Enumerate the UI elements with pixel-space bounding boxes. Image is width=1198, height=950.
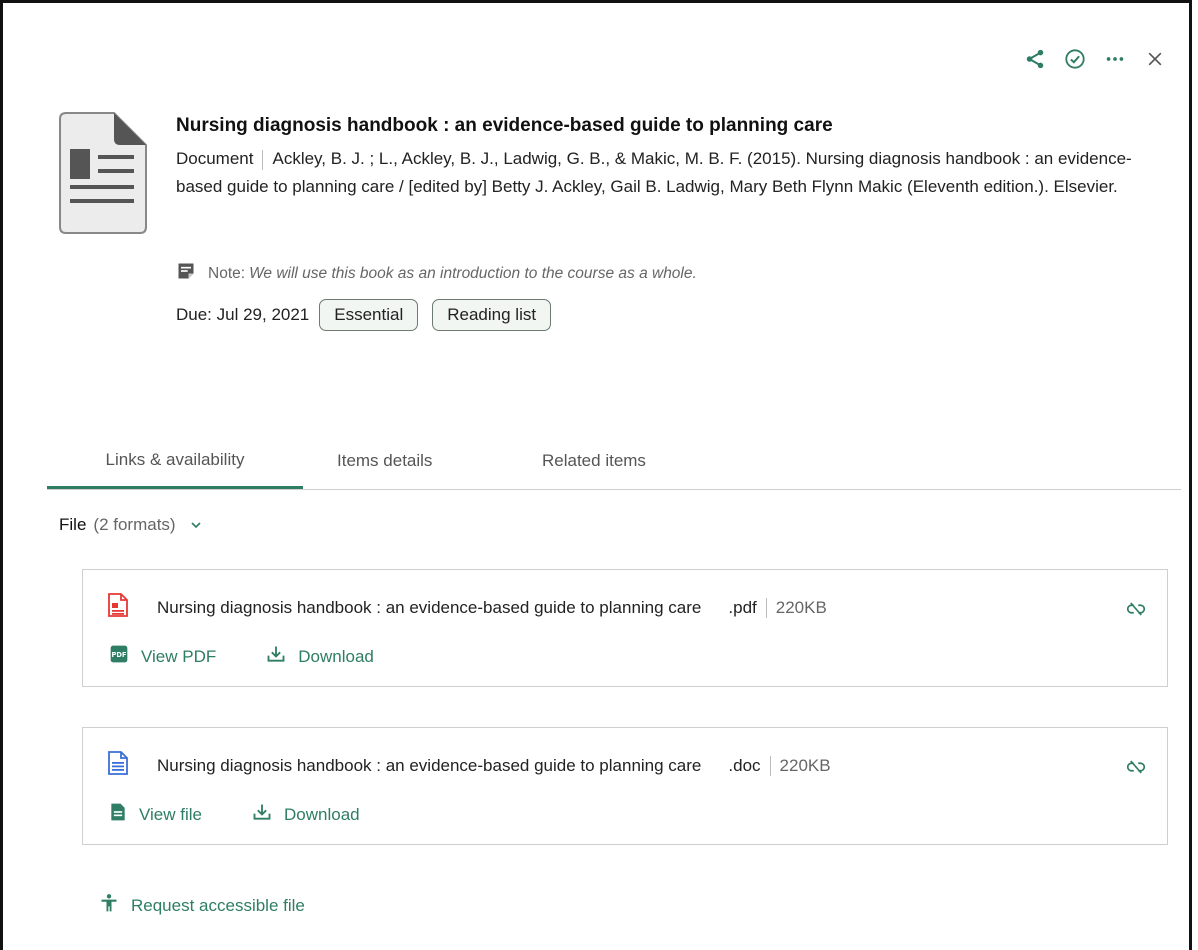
view-file-button[interactable]: View file: [109, 802, 202, 827]
file-size: 220KB: [775, 597, 827, 617]
download-button[interactable]: Download: [252, 802, 360, 827]
file-row: Nursing diagnosis handbook : an evidence…: [107, 592, 827, 623]
divider: [262, 149, 264, 170]
broken-link-icon[interactable]: [1126, 758, 1146, 781]
tab-items-details[interactable]: Items details: [337, 433, 432, 488]
request-accessible-label: Request accessible file: [131, 895, 305, 915]
tab-related-items[interactable]: Related items: [542, 433, 646, 488]
tab-links-availability[interactable]: Links & availability: [47, 433, 303, 489]
close-icon[interactable]: [1143, 47, 1167, 71]
tag-essential: Essential: [319, 299, 419, 331]
file-extension: .doc: [728, 755, 761, 775]
request-accessible-file-link[interactable]: Request accessible file: [99, 892, 305, 919]
file-card-pdf: Nursing diagnosis handbook : an evidence…: [82, 569, 1168, 687]
item-detail-panel: Nursing diagnosis handbook : an evidence…: [0, 0, 1192, 950]
chevron-down-icon[interactable]: [188, 517, 204, 533]
tab-bar: Links & availability Items details Relat…: [47, 433, 1181, 490]
share-icon[interactable]: [1023, 47, 1047, 71]
pdf-icon: PDF: [109, 644, 129, 669]
view-file-label: View file: [139, 804, 202, 824]
view-pdf-button[interactable]: PDF View PDF: [109, 644, 216, 669]
tab-label: Related items: [542, 450, 646, 470]
tab-label: Links & availability: [105, 449, 245, 469]
check-circle-icon[interactable]: [1063, 47, 1087, 71]
tag-reading-list: Reading list: [432, 299, 552, 331]
divider: [765, 597, 767, 618]
toolbar: [1023, 47, 1167, 71]
format-count: (2 formats): [93, 515, 176, 534]
download-icon: [252, 802, 272, 827]
due-row: Due: Jul 29, 2021 Essential Reading list: [176, 299, 552, 331]
item-header: Nursing diagnosis handbook : an evidence…: [176, 113, 1161, 201]
download-button[interactable]: Download: [266, 644, 374, 669]
item-note: Note: We will use this book as an introd…: [176, 261, 697, 286]
doc-file-icon: [107, 750, 129, 781]
tab-label: Items details: [337, 450, 433, 470]
document-type-icon: [58, 111, 148, 235]
file-icon: [109, 802, 127, 827]
file-extension: .pdf: [728, 597, 757, 617]
svg-text:PDF: PDF: [112, 651, 127, 659]
file-actions: PDF View PDF Download: [109, 644, 374, 669]
file-size: 220KB: [779, 755, 831, 775]
item-title: Nursing diagnosis handbook : an evidence…: [176, 115, 833, 136]
note-label: Note:: [208, 264, 246, 282]
pdf-file-icon: [107, 592, 129, 623]
due-date: Due: Jul 29, 2021: [176, 305, 310, 324]
download-icon: [266, 644, 286, 669]
item-citation: Document Ackley, B. J. ; L., Ackley, B. J…: [176, 145, 1161, 201]
note-icon: [176, 261, 196, 286]
download-label: Download: [298, 646, 374, 666]
view-pdf-label: View PDF: [141, 646, 217, 666]
note-text: We will use this book as an introduction…: [249, 264, 697, 282]
file-card-doc: Nursing diagnosis handbook : an evidence…: [82, 727, 1168, 845]
accessibility-icon: [99, 892, 119, 919]
file-name: Nursing diagnosis handbook : an evidence…: [157, 597, 702, 617]
file-actions: View file Download: [109, 802, 360, 827]
download-label: Download: [284, 804, 360, 824]
more-icon[interactable]: [1103, 47, 1127, 71]
item-type: Document: [176, 149, 254, 168]
file-name: Nursing diagnosis handbook : an evidence…: [157, 755, 702, 775]
file-label: File: [59, 515, 87, 534]
file-row: Nursing diagnosis handbook : an evidence…: [107, 750, 831, 781]
citation-text: Ackley, B. J. ; L., Ackley, B. J., Ladwi…: [176, 149, 1132, 196]
broken-link-icon[interactable]: [1126, 600, 1146, 623]
file-section-header: File (2 formats): [59, 515, 204, 535]
divider: [769, 755, 771, 776]
